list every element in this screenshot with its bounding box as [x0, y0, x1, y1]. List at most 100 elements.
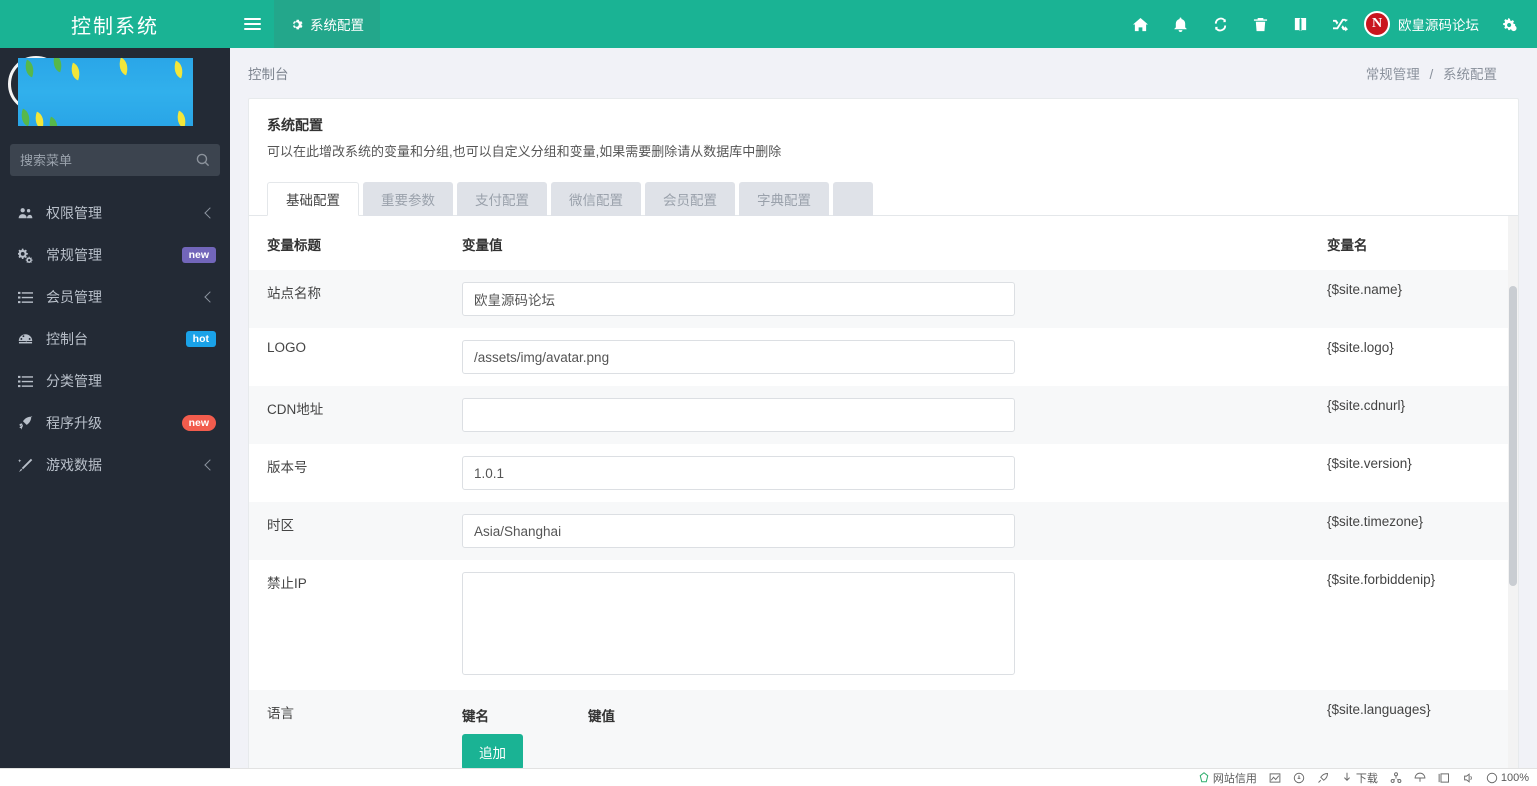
tab-4[interactable]: 会员配置	[645, 182, 735, 216]
rocket-icon[interactable]	[1317, 772, 1329, 784]
keyvalue-header: 键名 键值	[462, 705, 1309, 725]
keyvalue-value-header: 键值	[588, 709, 615, 724]
row-value-cell	[444, 560, 1309, 690]
chevron-left-icon	[204, 291, 216, 303]
sound-icon[interactable]	[1462, 772, 1474, 784]
field-input[interactable]	[462, 456, 1015, 490]
row-value-cell	[444, 502, 1309, 560]
hamburger-icon[interactable]	[230, 0, 274, 48]
table-row: 禁止IP {$site.forbiddenip}	[249, 560, 1518, 690]
nav-tab-label: 系统配置	[310, 18, 364, 33]
tab-3[interactable]: 微信配置	[551, 182, 641, 216]
share-icon[interactable]	[1390, 771, 1402, 784]
tab-5[interactable]: 字典配置	[739, 182, 829, 216]
breadcrumb: 控制台 常规管理 / 系统配置	[230, 48, 1537, 98]
field-input[interactable]	[462, 514, 1015, 548]
search-input[interactable]	[20, 152, 196, 168]
table-row: 时区 {$site.timezone}	[249, 502, 1518, 560]
table-header-row: 变量标题 变量值 变量名	[249, 216, 1518, 270]
sidebar-item-6[interactable]: 游戏数据	[0, 444, 230, 486]
row-label: 版本号	[267, 460, 308, 475]
zoom-item[interactable]: 100%	[1486, 772, 1529, 784]
site-credit-item[interactable]: 网站信用	[1198, 770, 1257, 786]
cogs-icon[interactable]	[1489, 0, 1529, 48]
trash-icon[interactable]	[1240, 0, 1280, 48]
chart-icon[interactable]	[1269, 772, 1281, 784]
sidebar-item-5[interactable]: 程序升级 new	[0, 402, 230, 444]
home-icon[interactable]	[1120, 0, 1160, 48]
tab-2[interactable]: 支付配置	[457, 182, 547, 216]
panel-header: 系统配置 可以在此增改系统的变量和分组,也可以自定义分组和变量,如果需要删除请从…	[249, 99, 1518, 170]
config-table-wrap: 变量标题 变量值 变量名 站点名称 {$site.name} LOGO {$site.…	[249, 216, 1518, 786]
window-icon[interactable]	[1438, 772, 1450, 784]
top-header: 控制系统 系统配置 N 欧皇源码论坛	[0, 0, 1537, 48]
user-menu[interactable]: N 欧皇源码论坛	[1360, 0, 1489, 48]
refresh-icon[interactable]	[1200, 0, 1240, 48]
profile-banner-image	[18, 58, 193, 126]
magic-icon	[18, 458, 38, 473]
sidebar-item-label: 会员管理	[46, 289, 102, 305]
row-variable-name: {$site.forbiddenip}	[1327, 572, 1436, 587]
sidebar-item-3[interactable]: 控制台 hot	[0, 318, 230, 360]
sidebar-item-4[interactable]: 分类管理	[0, 360, 230, 402]
page-title: 系统配置	[267, 117, 323, 133]
sidebar-item-0[interactable]: 权限管理	[0, 192, 230, 234]
list-icon	[18, 374, 38, 389]
sidebar-item-1[interactable]: 常规管理 new	[0, 234, 230, 276]
row-value-cell	[444, 386, 1309, 444]
field-input[interactable]	[462, 340, 1015, 374]
row-value-cell	[444, 444, 1309, 502]
column-header-title: 变量标题	[267, 238, 321, 253]
nav-tab-system-config[interactable]: 系统配置	[274, 0, 380, 48]
table-row: LOGO {$site.logo}	[249, 328, 1518, 386]
cogs-icon	[18, 248, 38, 263]
topbar-icon-group: N 欧皇源码论坛	[1120, 0, 1537, 48]
table-scrollbar[interactable]	[1508, 216, 1518, 786]
download-item[interactable]: 下载	[1341, 770, 1378, 786]
keyvalue-key-header: 键名	[462, 709, 489, 724]
bell-icon[interactable]	[1160, 0, 1200, 48]
add-keyvalue-button[interactable]: 追加	[462, 734, 523, 770]
sidebar-item-label: 控制台	[46, 331, 88, 347]
breadcrumb-current: 系统配置	[1443, 67, 1497, 82]
download-icon	[1343, 772, 1350, 781]
zoom-icon	[1486, 772, 1498, 783]
site-credit-label: 网站信用	[1212, 772, 1257, 785]
chevron-left-icon	[204, 207, 216, 219]
tab-1[interactable]: 重要参数	[363, 182, 453, 216]
sidebar: 权限管理常规管理 new 会员管理控制台 hot 分类管理程序升级 new 游戏数据	[0, 48, 230, 786]
row-label: 时区	[249, 502, 444, 560]
shuffle-icon[interactable]	[1320, 0, 1360, 48]
table-row: 版本号 {$site.version}	[249, 444, 1518, 502]
scrollbar-thumb[interactable]	[1509, 286, 1517, 586]
table-row: CDN地址 {$site.cdnurl}	[249, 386, 1518, 444]
row-label: CDN地址	[249, 386, 444, 444]
sidebar-item-badge: new	[181, 246, 216, 264]
field-textarea[interactable]	[462, 572, 1015, 675]
rocket-icon	[18, 415, 38, 431]
config-panel: 系统配置 可以在此增改系统的变量和分组,也可以自定义分组和变量,如果需要删除请从…	[248, 98, 1519, 786]
sidebar-menu: 权限管理常规管理 new 会员管理控制台 hot 分类管理 程序升级 new 游戏数据	[0, 192, 230, 486]
field-input[interactable]	[462, 398, 1015, 432]
umbrella-icon[interactable]	[1414, 772, 1426, 784]
dashboard-icon	[18, 332, 38, 347]
search-menu-box[interactable]	[10, 144, 220, 176]
content-area: 控制台 常规管理 / 系统配置 系统配置 可以在此增改系统的变量和分组,也可以自…	[230, 48, 1537, 786]
breadcrumb-parent[interactable]: 常规管理	[1366, 67, 1420, 82]
book-icon[interactable]	[1280, 0, 1320, 48]
tab-0[interactable]: 基础配置	[267, 182, 359, 216]
config-table: 变量标题 变量值 变量名 站点名称 {$site.name} LOGO {$site.…	[249, 216, 1518, 786]
user-name: 欧皇源码论坛	[1398, 18, 1479, 33]
browser-status-bar: 网站信用 下载 100%	[0, 768, 1537, 786]
compass-icon[interactable]	[1293, 772, 1305, 784]
tab-6[interactable]	[833, 182, 873, 216]
breadcrumb-left[interactable]: 控制台	[248, 63, 289, 83]
search-icon	[196, 153, 210, 167]
sidebar-item-2[interactable]: 会员管理	[0, 276, 230, 318]
brand-title: 控制系统	[0, 0, 230, 48]
row-variable-name: {$site.timezone}	[1309, 502, 1518, 560]
sidebar-item-label: 权限管理	[46, 205, 102, 221]
column-header-value: 变量值	[462, 238, 503, 253]
zoom-level: 100%	[1500, 771, 1529, 784]
field-input[interactable]	[462, 282, 1015, 316]
